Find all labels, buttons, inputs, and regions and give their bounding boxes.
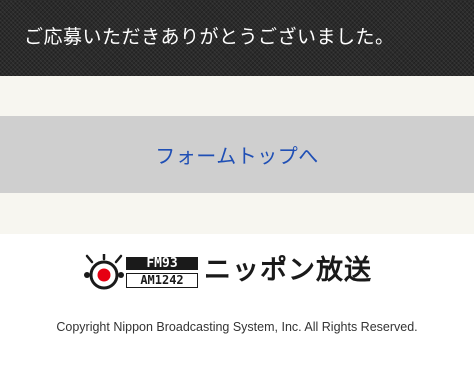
nippon-broadcasting-logo[interactable]: FM93 AM1242 ニッポン放送 xyxy=(84,254,394,290)
am-frequency-label: AM1242 xyxy=(126,273,198,288)
header-bar: ご応募いただきありがとうございました。 xyxy=(0,0,474,76)
form-top-button[interactable]: フォームトップへ xyxy=(0,116,474,193)
copyright-text: Copyright Nippon Broadcasting System, In… xyxy=(56,320,418,334)
footer: FM93 AM1242 ニッポン放送 Copyright Nippon Broa… xyxy=(0,234,474,372)
frequency-labels: FM93 AM1242 xyxy=(126,257,198,288)
brand-name: ニッポン放送 xyxy=(204,255,372,286)
page-title: ご応募いただきありがとうございました。 xyxy=(24,25,395,48)
fm-frequency-label: FM93 xyxy=(126,257,198,270)
logo-mascot-icon xyxy=(84,254,124,290)
main-content: フォームトップへ xyxy=(0,76,474,234)
